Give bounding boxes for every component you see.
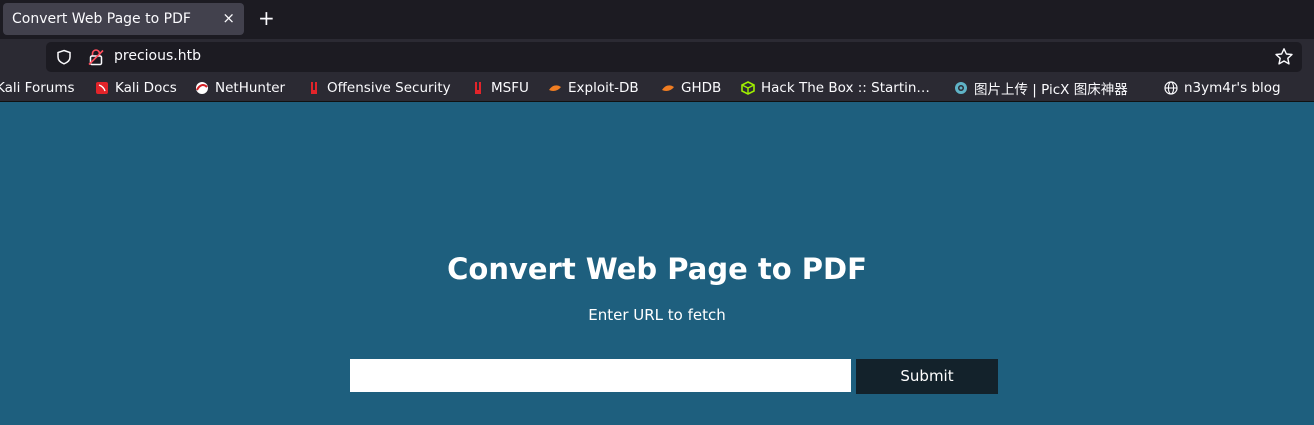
url-input[interactable] <box>350 359 851 392</box>
htb-cube-icon <box>741 81 755 95</box>
bookmark-msfu[interactable]: MSFU <box>471 79 529 97</box>
bookmark-picx[interactable]: 图片上传 | PicX 图床神器 <box>954 79 1128 98</box>
offsec-icon <box>311 82 317 94</box>
tracking-protection-shield-icon[interactable] <box>56 49 72 65</box>
kali-docs-icon <box>96 82 108 94</box>
bookmark-label: n3ym4r's blog <box>1184 80 1281 96</box>
bookmark-ghdb[interactable]: GHDB <box>661 79 721 97</box>
bookmark-n3ym4r-blog[interactable]: n3ym4r's blog <box>1164 79 1281 97</box>
page-subtitle: Enter URL to fetch <box>588 306 726 324</box>
bookmark-label: GHDB <box>681 80 722 96</box>
bookmarks-toolbar: Kali Forums Kali Docs NetHunter Offensiv… <box>0 74 1314 102</box>
bookmark-label: 图片上传 | PicX 图床神器 <box>974 82 1128 98</box>
msfu-icon <box>475 82 481 94</box>
bookmark-label: Offensive Security <box>327 80 451 96</box>
insecure-lock-icon[interactable] <box>88 48 104 66</box>
bookmark-label: MSFU <box>491 80 529 96</box>
bookmark-label: Kali Docs <box>115 80 177 96</box>
bookmark-kali-forums[interactable]: Kali Forums <box>0 79 75 97</box>
picx-icon <box>955 82 967 94</box>
bookmark-offensive-security[interactable]: Offensive Security <box>307 79 451 97</box>
page-title: Convert Web Page to PDF <box>447 252 867 286</box>
ghdb-icon <box>662 85 674 91</box>
bookmark-label: NetHunter <box>215 80 286 96</box>
tab-strip: Convert Web Page to PDF × + <box>0 0 1314 39</box>
bookmark-nethunter[interactable]: NetHunter <box>195 79 285 97</box>
active-tab[interactable]: Convert Web Page to PDF × <box>3 3 244 35</box>
navigation-bar: precious.htb <box>0 39 1314 74</box>
bookmark-label: Kali Forums <box>0 80 75 96</box>
bookmark-exploit-db[interactable]: Exploit-DB <box>548 79 639 97</box>
url-text[interactable]: precious.htb <box>114 48 201 64</box>
exploitdb-icon <box>549 85 561 91</box>
tab-close-icon[interactable]: × <box>222 9 235 27</box>
nethunter-icon <box>196 82 208 94</box>
bookmark-hack-the-box[interactable]: Hack The Box :: Startin… <box>741 79 930 97</box>
bookmark-star-icon[interactable] <box>1274 47 1294 67</box>
bookmark-kali-docs[interactable]: Kali Docs <box>95 79 177 97</box>
globe-icon <box>1164 81 1178 95</box>
address-bar[interactable]: precious.htb <box>46 42 1302 72</box>
bookmark-label: Exploit-DB <box>568 80 639 96</box>
tab-title: Convert Web Page to PDF <box>12 11 191 27</box>
submit-button[interactable]: Submit <box>856 359 998 394</box>
page-content: Convert Web Page to PDF Enter URL to fet… <box>0 102 1314 425</box>
bookmark-label: Hack The Box :: Startin… <box>761 80 930 96</box>
new-tab-icon[interactable]: + <box>258 7 275 29</box>
